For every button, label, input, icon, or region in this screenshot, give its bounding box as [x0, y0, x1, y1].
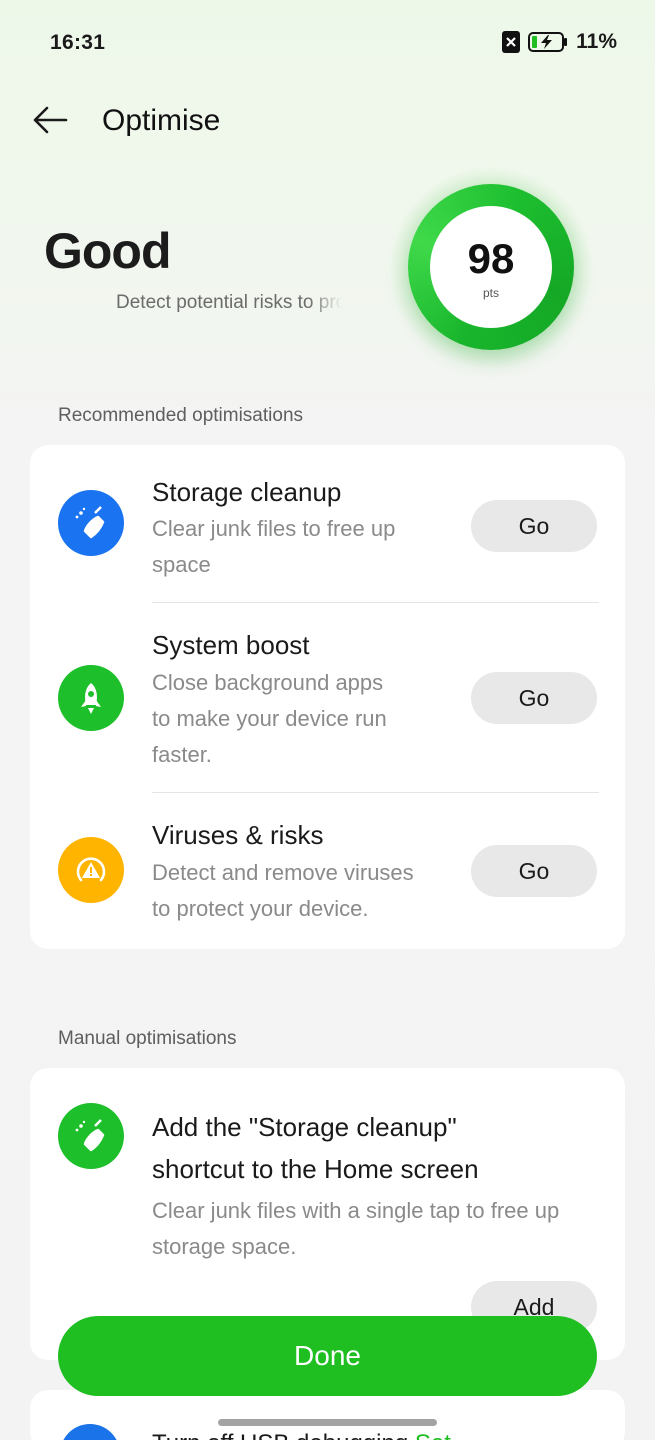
broom-icon	[58, 490, 124, 556]
back-arrow-icon[interactable]	[30, 102, 70, 138]
status-time: 16:31	[50, 31, 106, 54]
desc-line: Close background apps	[152, 670, 384, 695]
desc-line: to make your device run	[152, 706, 387, 731]
system-boost-title: System boost	[152, 630, 310, 660]
home-indicator[interactable]	[218, 1419, 437, 1426]
status-subtitle-marquee: Detect potential risks to protect your d…	[116, 292, 342, 320]
usb-debugging-text: Turn off USB debugging Set	[152, 1430, 451, 1440]
viruses-risks-title: Viruses & risks	[152, 820, 324, 850]
status-bar: 16:31 11%	[0, 0, 655, 90]
page-title: Optimise	[102, 104, 221, 137]
score-unit: pts	[482, 286, 499, 300]
storage-shortcut-title: Add the "Storage cleanup" shortcut to th…	[152, 1106, 479, 1190]
viruses-risks-desc: Detect and remove viruses to protect you…	[152, 855, 414, 927]
manual-section-label: Manual optimisations	[58, 1028, 237, 1049]
desc-line: storage space.	[152, 1234, 297, 1259]
status-subtitle: Detect potential risks to protect your d…	[116, 292, 342, 313]
viruses-risks-go-button[interactable]: Go	[471, 845, 597, 897]
storage-shortcut-desc: Clear junk files with a single tap to fr…	[152, 1193, 559, 1265]
score-value: 98	[467, 235, 515, 282]
storage-cleanup-title: Storage cleanup	[152, 477, 342, 507]
score-inner: 98 pts	[430, 206, 552, 328]
status-icons: 11%	[502, 30, 617, 54]
system-boost-item[interactable]: System boost Close background apps to ma…	[30, 603, 625, 792]
recommended-section-label: Recommended optimisations	[58, 405, 304, 426]
peek-accent[interactable]: Set	[415, 1430, 451, 1440]
desc-line: space	[152, 552, 211, 577]
storage-cleanup-go-button[interactable]: Go	[471, 500, 597, 552]
battery-charging-icon	[528, 32, 568, 52]
storage-cleanup-desc: Clear junk files to free up space	[152, 511, 395, 583]
broom-icon	[58, 1103, 124, 1169]
title-line: shortcut to the Home screen	[152, 1154, 479, 1184]
recommended-card: Storage cleanup Clear junk files to free…	[30, 445, 625, 949]
rocket-icon	[58, 665, 124, 731]
battery-percent: 11%	[576, 30, 617, 53]
system-boost-desc: Close background apps to make your devic…	[152, 665, 387, 773]
desc-line: faster.	[152, 742, 212, 767]
done-button[interactable]: Done	[58, 1316, 597, 1396]
score-ring: 98 pts	[408, 184, 574, 350]
storage-cleanup-item[interactable]: Storage cleanup Clear junk files to free…	[30, 445, 625, 602]
desc-line: Clear junk files to free up	[152, 516, 396, 541]
title-line: Add the "Storage cleanup"	[152, 1112, 457, 1142]
desc-line: Detect and remove viruses	[152, 860, 414, 885]
system-boost-go-button[interactable]: Go	[471, 672, 597, 724]
warning-shield-icon	[58, 837, 124, 903]
desc-line: Clear junk files with a single tap to fr…	[152, 1198, 560, 1223]
peek-label: Turn off USB debugging	[152, 1430, 408, 1440]
desc-line: to protect your device.	[152, 896, 369, 921]
status-heading: Good	[44, 223, 172, 279]
no-sim-icon	[502, 31, 521, 53]
viruses-risks-item[interactable]: Viruses & risks Detect and remove viruse…	[30, 793, 625, 949]
